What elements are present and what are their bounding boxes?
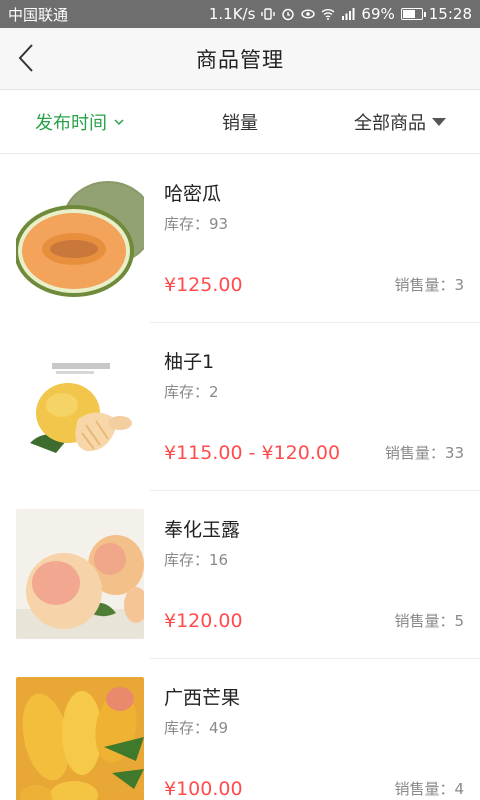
chevron-left-icon	[18, 44, 33, 72]
product-image-peach	[16, 509, 144, 639]
product-stock: 库存：93	[164, 215, 229, 233]
carrier-label: 中国联通	[8, 5, 69, 24]
product-item[interactable]: 柚子1 库存：2 ¥115.00 - ¥120.00 销售量：33	[0, 323, 480, 491]
chevron-down-icon	[114, 118, 124, 125]
product-item[interactable]: 哈密瓜 库存：93 ¥125.00 销售量：3	[0, 155, 480, 323]
filter-bar: 发布时间 销量 全部商品	[0, 90, 480, 154]
product-stock: 库存：49	[164, 719, 229, 737]
back-button[interactable]	[8, 40, 44, 76]
product-list: 哈密瓜 库存：93 ¥125.00 销售量：3 柚子1 库存：2 ¥115.00…	[0, 155, 480, 800]
product-stock: 库存：16	[164, 551, 229, 569]
product-name: 哈密瓜	[164, 183, 222, 205]
dropdown-triangle-icon	[432, 117, 446, 126]
filter-label: 销量	[222, 112, 258, 134]
signal-icon	[342, 8, 355, 20]
product-image-melon	[16, 173, 144, 303]
product-price: ¥100.00	[164, 778, 243, 800]
vibrate-icon	[261, 8, 276, 20]
status-icons: 1.1K/s 69% 15:28	[209, 5, 472, 23]
page-title: 商品管理	[196, 47, 284, 72]
product-item[interactable]: 奉化玉露 库存：16 ¥120.00 销售量：5	[0, 491, 480, 659]
product-sales: 销售量：5	[394, 612, 464, 630]
product-sales: 销售量：33	[384, 444, 464, 462]
product-image-mango	[16, 677, 144, 800]
product-stock: 库存：2	[164, 383, 219, 401]
product-sales: 销售量：4	[394, 780, 464, 798]
product-sales: 销售量：3	[394, 276, 464, 294]
filter-sales[interactable]: 销量	[160, 109, 320, 135]
clock: 15:28	[428, 5, 472, 23]
filter-all-products[interactable]: 全部商品	[320, 109, 480, 135]
product-name: 柚子1	[164, 351, 215, 373]
alarm-icon	[282, 8, 295, 21]
app-header: 商品管理	[0, 28, 480, 90]
status-bar: 中国联通 1.1K/s 69% 15:28	[0, 0, 480, 28]
battery-percent: 69%	[361, 5, 395, 23]
eye-icon	[301, 9, 316, 19]
battery-icon	[400, 8, 426, 20]
filter-label: 发布时间	[35, 112, 107, 134]
product-name: 奉化玉露	[164, 519, 241, 541]
product-name: 广西芒果	[164, 687, 241, 709]
product-price: ¥115.00 - ¥120.00	[164, 442, 341, 464]
network-speed: 1.1K/s	[208, 5, 256, 23]
product-price: ¥120.00	[164, 610, 243, 632]
filter-publish-time[interactable]: 发布时间	[0, 109, 160, 135]
product-price: ¥125.00	[164, 274, 243, 296]
wifi-icon	[321, 9, 335, 20]
filter-label: 全部商品	[354, 112, 426, 134]
product-item[interactable]: 广西芒果 库存：49 ¥100.00 销售量：4	[0, 659, 480, 800]
product-image-pomelo	[16, 341, 144, 471]
